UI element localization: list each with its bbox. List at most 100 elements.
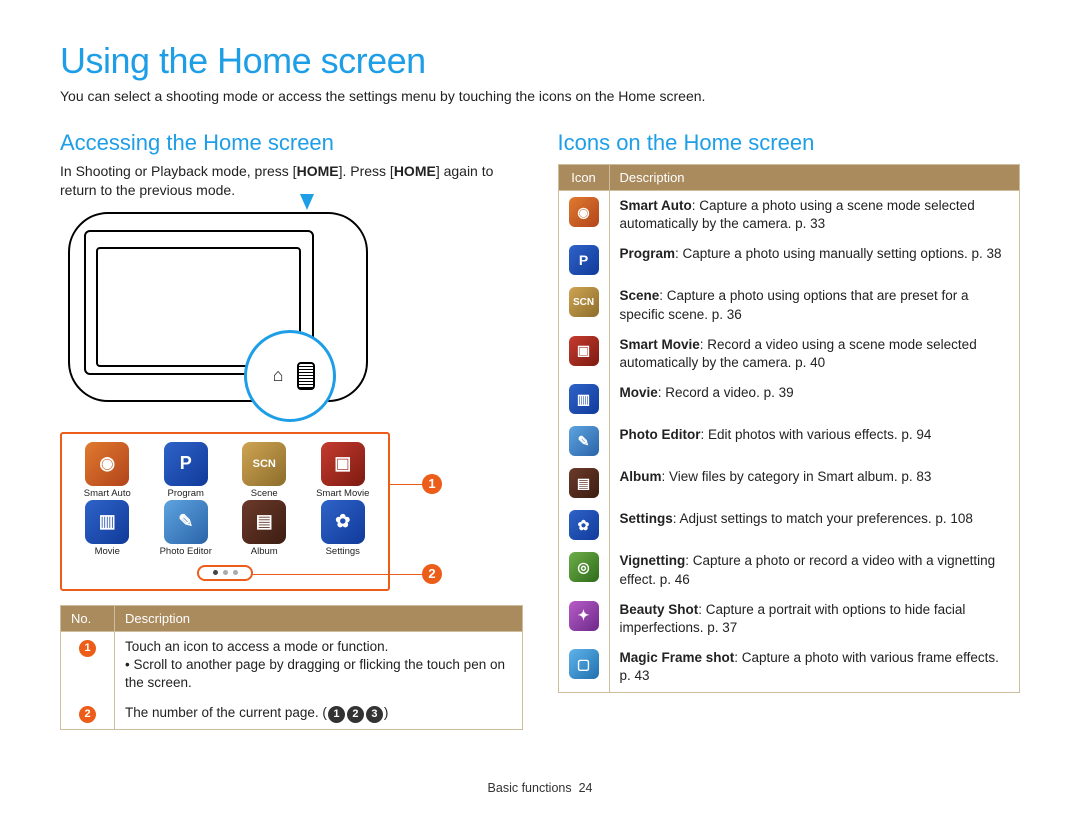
page-intro: You can select a shooting mode or access…: [60, 88, 1020, 104]
content-columns: Accessing the Home screen In Shooting or…: [60, 130, 1020, 730]
mode-icon: ✦: [569, 601, 599, 631]
mode-icon: SCN: [569, 287, 599, 317]
mode-label: Scene: [251, 488, 278, 499]
home-screen-wrap: ◉ Smart Auto PProgram SCN Scene ▣ Smart Movie ▥…: [60, 432, 523, 591]
mode-icon: SCN: [242, 442, 286, 486]
para-mid: ]. Press [: [339, 163, 394, 179]
mode-icon: ▤: [569, 468, 599, 498]
home-icon-settings: ✿ Settings: [306, 500, 381, 557]
table-row: PProgram: Capture a photo using manually…: [558, 239, 1020, 281]
desc-cell: Smart Auto: Capture a photo using a scen…: [609, 191, 1020, 240]
desc-cell: Scene: Capture a photo using options tha…: [609, 281, 1020, 329]
table-row: 1 Touch an icon to access a mode or funct…: [61, 631, 523, 698]
page-dot-badge: 3: [366, 706, 383, 723]
home-icon-program: PProgram: [149, 442, 224, 499]
mode-label: Settings: [326, 546, 360, 557]
icon-cell: ◉: [558, 191, 609, 240]
th-icon: Icon: [558, 165, 609, 191]
callout-1: 1: [422, 474, 442, 494]
mode-icon: ✎: [164, 500, 208, 544]
table-row: SCN Scene: Capture a photo using options …: [558, 281, 1020, 329]
page-title: Using the Home screen: [60, 40, 1020, 82]
home-icon-scene: SCN Scene: [227, 442, 302, 499]
number-badge: 2: [79, 706, 96, 723]
table-row: ✦Beauty Shot: Capture a portrait with op…: [558, 595, 1020, 643]
left-column: Accessing the Home screen In Shooting or…: [60, 130, 523, 730]
home-icon-movie: ▥Movie: [70, 500, 145, 557]
icon-cell: ▣: [558, 330, 609, 378]
home-icon-smart-auto: ◉ Smart Auto: [70, 442, 145, 499]
mode-icon: ✎: [569, 426, 599, 456]
pager-dot-1: [213, 570, 218, 575]
camera-illustration: ⌂: [68, 212, 368, 402]
home-screen-mock: ◉ Smart Auto PProgram SCN Scene ▣ Smart Movie ▥…: [60, 432, 390, 591]
callout-line-2: [252, 574, 423, 576]
accessing-paragraph: In Shooting or Playback mode, press [HOM…: [60, 162, 523, 200]
home-key-2: HOME: [394, 163, 436, 179]
desc-cell: Movie: Record a video. p. 39: [609, 378, 1020, 420]
desc-cell: Photo Editor: Edit photos with various e…: [609, 420, 1020, 462]
page-dot-badge: 1: [328, 706, 345, 723]
table-row: ✎ Photo Editor: Edit photos with various …: [558, 420, 1020, 462]
mode-icon: ▤: [242, 500, 286, 544]
page-footer: Basic functions 24: [0, 781, 1080, 795]
icon-cell: SCN: [558, 281, 609, 329]
table-row: ▣ Smart Movie: Record a video using a sce…: [558, 330, 1020, 378]
callout-line-1: [390, 484, 423, 486]
desc-cell: Magic Frame shot: Capture a photo with v…: [609, 643, 1020, 692]
table-row: ▤Album: View files by category in Smart …: [558, 462, 1020, 504]
home-icon-album: ▤ Album: [227, 500, 302, 557]
row-desc-cell: The number of the current page. (123): [115, 698, 523, 729]
table-row: ▥ Movie: Record a video. p. 39: [558, 378, 1020, 420]
mode-icon: ✿: [321, 500, 365, 544]
mode-icon: ▥: [85, 500, 129, 544]
pager-dot-3: [233, 570, 238, 575]
para-pre: In Shooting or Playback mode, press [: [60, 163, 297, 179]
footer-page-number: 24: [579, 781, 593, 795]
desc-cell: Vignetting: Capture a photo or record a …: [609, 546, 1020, 594]
desc-cell: Program: Capture a photo using manually …: [609, 239, 1020, 281]
number-badge: 1: [79, 640, 96, 657]
row-number-cell: 1: [61, 631, 115, 698]
icon-cell: ✿: [558, 504, 609, 546]
pager-dot-2: [223, 570, 228, 575]
table-row: ✿ Settings: Adjust settings to match your…: [558, 504, 1020, 546]
th-description: Description: [609, 165, 1020, 191]
th-no: No.: [61, 605, 115, 631]
mode-label: Smart Movie: [316, 488, 369, 499]
home-icon: ⌂: [265, 363, 291, 389]
mode-label: Photo Editor: [160, 546, 212, 557]
accessing-heading: Accessing the Home screen: [60, 130, 523, 156]
callout-2: 2: [422, 564, 442, 584]
accessing-table: No. Description 1Touch an icon to access…: [60, 605, 523, 731]
mode-icon: ▣: [569, 336, 599, 366]
icon-cell: ◎: [558, 546, 609, 594]
zoom-circle: ⌂: [244, 330, 336, 422]
table-row: ◎Vignetting: Capture a photo or record a…: [558, 546, 1020, 594]
right-column: Icons on the Home screen Icon Descriptio…: [558, 130, 1021, 730]
mode-label: Smart Auto: [84, 488, 131, 499]
table-row: 2 The number of the current page. (123): [61, 698, 523, 729]
icon-cell: ▤: [558, 462, 609, 504]
home-key-1: HOME: [297, 163, 339, 179]
mode-icon: ✿: [569, 510, 599, 540]
icon-cell: P: [558, 239, 609, 281]
icon-cell: ✎: [558, 420, 609, 462]
mode-icon: ▥: [569, 384, 599, 414]
icon-grid: ◉ Smart Auto PProgram SCN Scene ▣ Smart Movie ▥…: [70, 442, 380, 557]
desc-cell: Smart Movie: Record a video using a scen…: [609, 330, 1020, 378]
icons-table: Icon Description ◉Smart Auto: Capture a …: [558, 164, 1021, 693]
desc-cell: Settings: Adjust settings to match your …: [609, 504, 1020, 546]
footer-label: Basic functions: [488, 781, 572, 795]
icon-cell: ▢: [558, 643, 609, 692]
home-icon-smart-movie: ▣ Smart Movie: [306, 442, 381, 499]
icon-cell: ✦: [558, 595, 609, 643]
home-button-illus: [297, 362, 315, 390]
mode-label: Program: [168, 488, 204, 499]
row-desc-cell: Touch an icon to access a mode or functi…: [115, 631, 523, 698]
mode-label: Album: [251, 546, 278, 557]
icon-cell: ▥: [558, 378, 609, 420]
mode-icon: ◉: [85, 442, 129, 486]
mode-icon: ▣: [321, 442, 365, 486]
home-icon-photo-editor: ✎ Photo Editor: [149, 500, 224, 557]
